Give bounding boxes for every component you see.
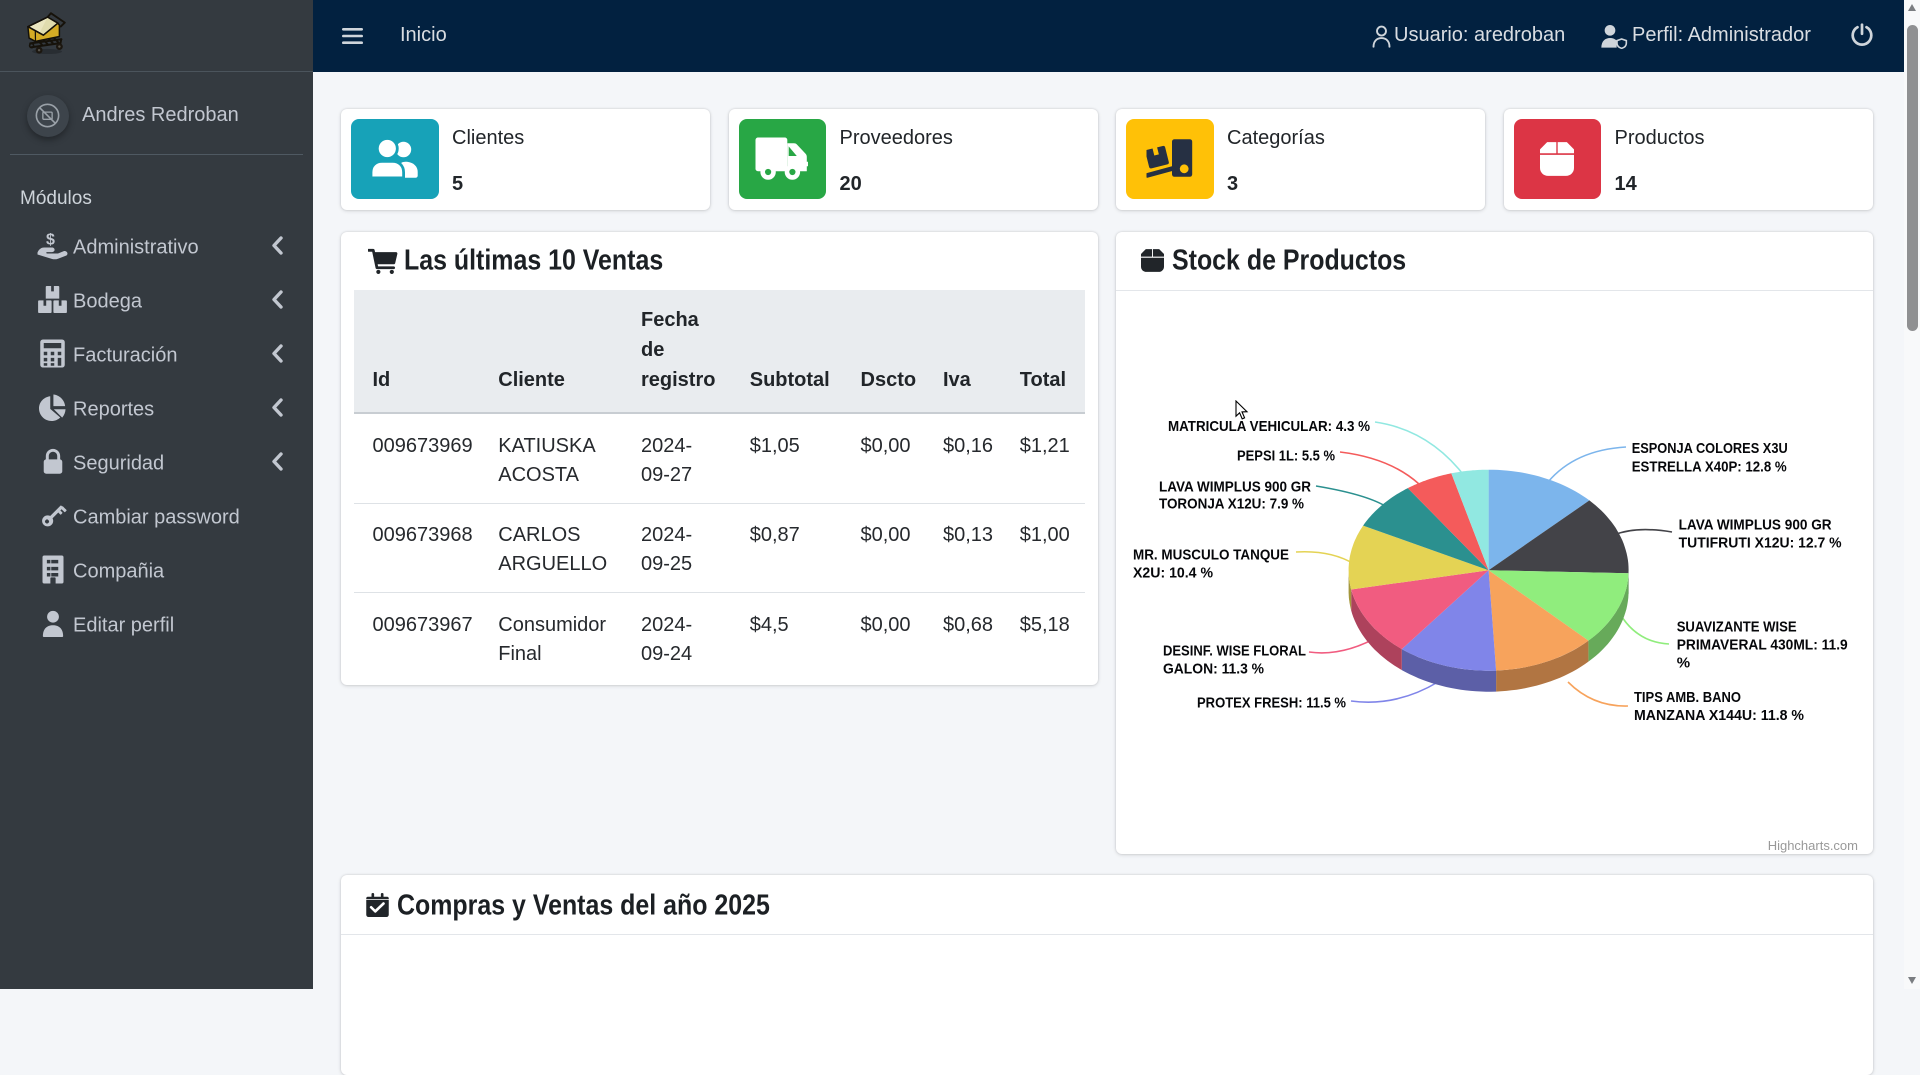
svg-text:SUAVIZANTE WISE: SUAVIZANTE WISE <box>1677 619 1797 636</box>
svg-text:MANZANA X144U: 11.8 %: MANZANA X144U: 11.8 % <box>1634 707 1804 724</box>
svg-text:MATRICULA VEHICULAR: 4.3 %: MATRICULA VEHICULAR: 4.3 % <box>1168 418 1370 435</box>
svg-text:GALON: 11.3 %: GALON: 11.3 % <box>1163 660 1264 677</box>
svg-text:%: % <box>1677 655 1690 672</box>
svg-text:LAVA WIMPLUS 900 GR: LAVA WIMPLUS 900 GR <box>1679 517 1832 534</box>
svg-text:PRIMAVERAL 430ML: 11.9: PRIMAVERAL 430ML: 11.9 <box>1677 636 1848 653</box>
svg-text:ESPONJA COLORES X3U: ESPONJA COLORES X3U <box>1632 440 1788 457</box>
svg-text:DESINF. WISE FLORAL: DESINF. WISE FLORAL <box>1163 642 1306 659</box>
svg-text:PROTEX FRESH: 11.5 %: PROTEX FRESH: 11.5 % <box>1197 694 1346 711</box>
svg-text:TORONJA X12U: 7.9 %: TORONJA X12U: 7.9 % <box>1159 495 1304 512</box>
svg-text:LAVA WIMPLUS 900 GR: LAVA WIMPLUS 900 GR <box>1159 478 1311 495</box>
svg-text:Highcharts.com: Highcharts.com <box>1768 838 1858 853</box>
svg-text:$: $ <box>46 231 55 248</box>
svg-text:PEPSI 1L: 5.5 %: PEPSI 1L: 5.5 % <box>1237 447 1335 464</box>
svg-text:ESTRELLA X40P: 12.8 %: ESTRELLA X40P: 12.8 % <box>1632 458 1787 475</box>
svg-text:TUTIFRUTI X12U: 12.7 %: TUTIFRUTI X12U: 12.7 % <box>1679 534 1842 551</box>
svg-text:X2U: 10.4 %: X2U: 10.4 % <box>1133 564 1213 581</box>
svg-text:MR. MUSCULO TANQUE: MR. MUSCULO TANQUE <box>1133 546 1289 563</box>
svg-text:TIPS AMB. BANO: TIPS AMB. BANO <box>1634 689 1741 706</box>
